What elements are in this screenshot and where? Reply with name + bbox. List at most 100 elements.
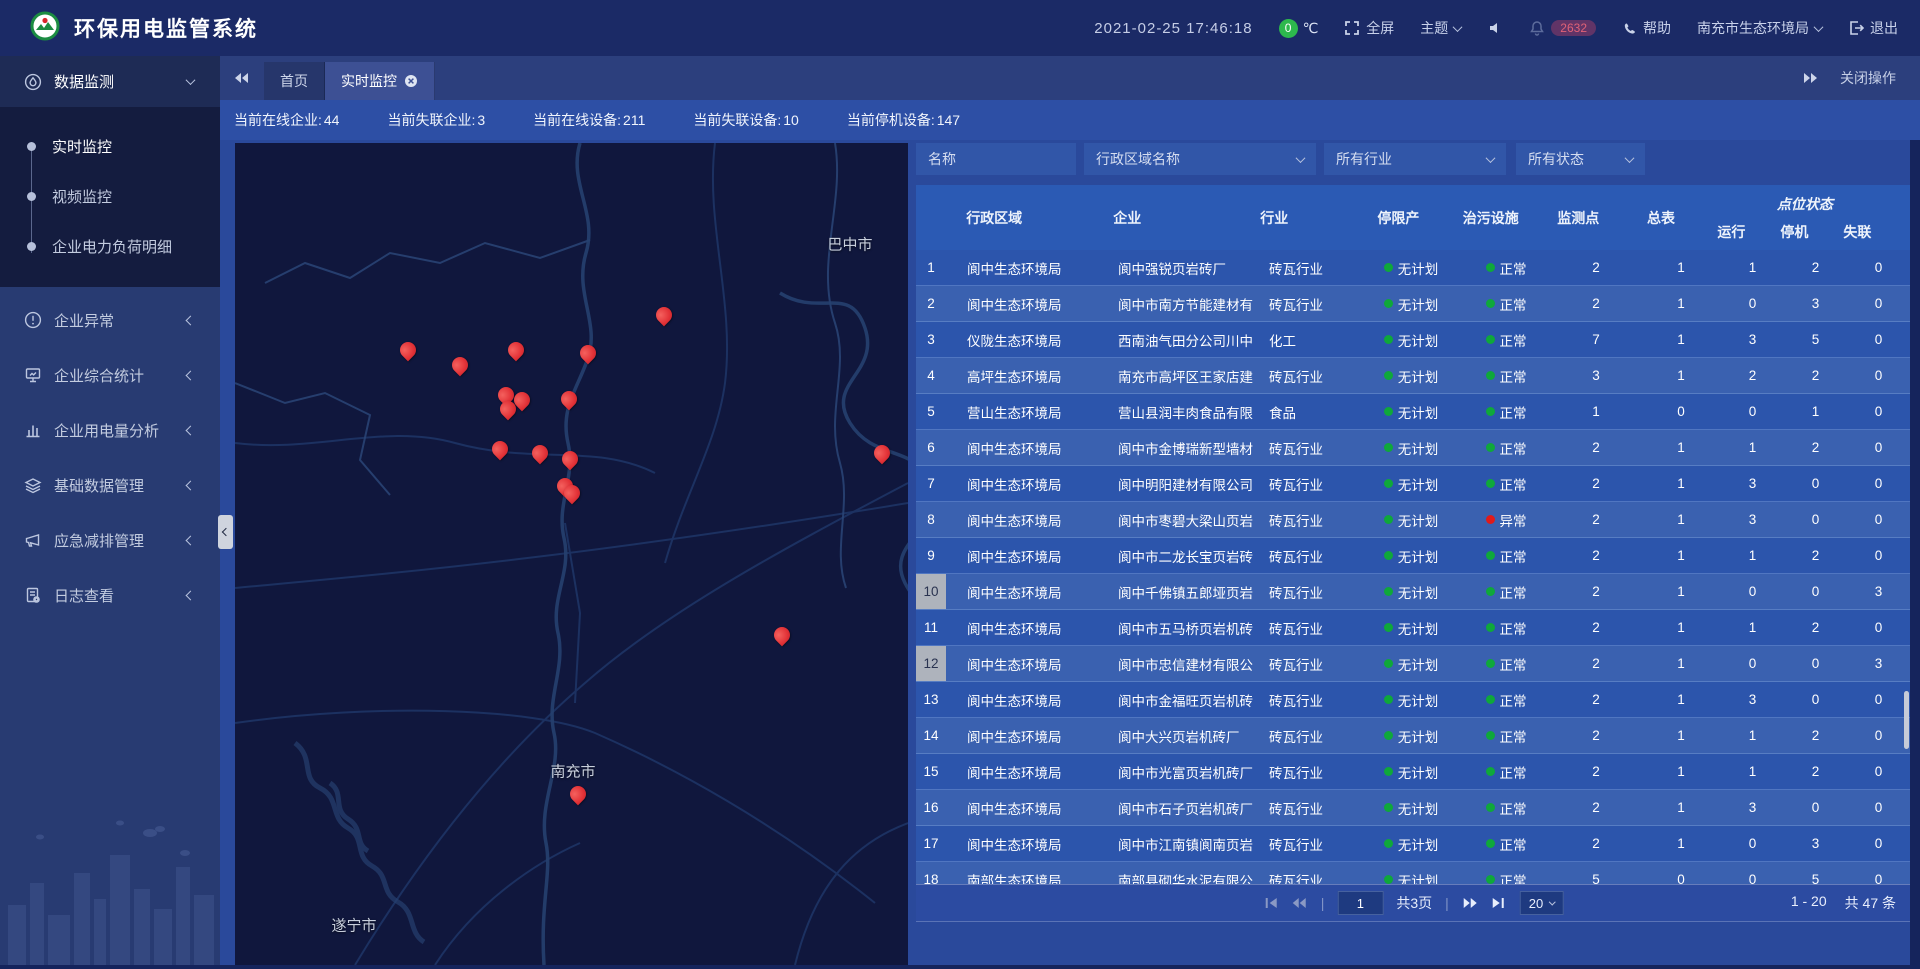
status-dot [1384,587,1393,596]
row-index: 15 [916,754,946,789]
cell-monitor-points: 2 [1551,538,1641,573]
tabs-scroll-left-button[interactable] [220,56,264,100]
name-filter-input[interactable] [916,143,1076,175]
page-number-input[interactable] [1337,891,1383,915]
sidebar-item-data-monitoring[interactable]: 数据监测 [0,56,220,107]
chevron-left-icon [221,528,229,536]
cell-pollution-facility: 正常 [1461,682,1551,717]
table-row[interactable]: 2 阆中生态环境局 阆中市南方节能建材有 砖瓦行业 无计划 正常 2 1 0 3… [916,286,1910,322]
help-button[interactable]: 帮助 [1622,18,1671,38]
table-row[interactable]: 15 阆中生态环境局 阆中市光富页岩机砖厂 砖瓦行业 无计划 正常 2 1 1 … [916,754,1910,790]
sidebar-item-base-data-management[interactable]: 基础数据管理 [0,463,220,507]
app-title: 环保用电监管系统 [74,13,258,43]
sidebar-collapse-handle[interactable] [218,515,233,549]
status-dot [1384,479,1393,488]
map-panel[interactable]: 巴中市南充市遂宁市 [235,143,908,965]
cell-region: 阆中生态环境局 [946,430,1111,465]
cell-production-limit: 无计划 [1361,682,1461,717]
cell-industry: 砖瓦行业 [1266,682,1361,717]
close-operations-button[interactable]: 关闭操作 [1840,68,1896,88]
cell-monitor-points: 3 [1551,358,1641,393]
sidebar-item-emergency-reduction[interactable]: 应急减排管理 [0,518,220,562]
status-filter-select[interactable]: 所有状态 [1516,143,1645,175]
chevron-down-icon [1548,898,1555,905]
cell-stopped: 5 [1784,862,1847,884]
cell-industry: 砖瓦行业 [1266,826,1361,861]
theme-menu[interactable]: 主题 [1420,18,1461,38]
col-offline: 失联 [1826,222,1889,242]
table-row[interactable]: 1 阆中生态环境局 阆中强锐页岩砖厂 砖瓦行业 无计划 正常 2 1 1 2 0 [916,250,1910,286]
sidebar-item-power-usage-analysis[interactable]: 企业用电量分析 [0,408,220,452]
table-row[interactable]: 12 阆中生态环境局 阆中市忠信建材有限公 砖瓦行业 无计划 正常 2 1 0 … [916,646,1910,682]
table-row[interactable]: 10 阆中生态环境局 阆中千佛镇五郎垭页岩 砖瓦行业 无计划 正常 2 1 0 … [916,574,1910,610]
cell-pollution-facility: 正常 [1461,718,1551,753]
cell-region: 阆中生态环境局 [946,682,1111,717]
tab-close-icon[interactable] [404,74,418,88]
temperature-badge: 0 [1279,19,1298,38]
industry-filter-select[interactable]: 所有行业 [1324,143,1506,175]
enterprise-panel: 行政区域名称 所有行业 所有状态 行政区域 企业 行业 停限产 治污设施 监测点… [916,143,1910,965]
tab-realtime-monitoring[interactable]: 实时监控 [325,62,435,100]
phone-icon [1622,21,1637,36]
table-row[interactable]: 18 南部生态环境局 南部县砌华水泥有限公 砖瓦行业 无计划 正常 5 0 0 … [916,862,1910,884]
table-row[interactable]: 9 阆中生态环境局 阆中市二龙长宝页岩砖 砖瓦行业 无计划 正常 2 1 1 2… [916,538,1910,574]
notifications-button[interactable]: 2632 [1529,20,1596,36]
table-row[interactable]: 16 阆中生态环境局 阆中市石子页岩机砖厂 砖瓦行业 无计划 正常 2 1 3 … [916,790,1910,826]
table-row[interactable]: 8 阆中生态环境局 阆中市枣碧大梁山页岩 砖瓦行业 无计划 异常 2 1 3 0… [916,502,1910,538]
col-pollution-facility: 治污设施 [1447,185,1535,250]
table-row[interactable]: 7 阆中生态环境局 阆中明阳建材有限公司 砖瓦行业 无计划 正常 2 1 3 0… [916,466,1910,502]
table-row[interactable]: 11 阆中生态环境局 阆中市五马桥页岩机砖 砖瓦行业 无计划 正常 2 1 1 … [916,610,1910,646]
row-index: 18 [916,862,946,884]
cell-running: 0 [1721,862,1784,884]
status-dot [1384,371,1393,380]
sidebar-item-log-view[interactable]: 日志查看 [0,573,220,617]
sidebar-item-power-load-detail[interactable]: 企业电力负荷明细 [0,221,220,271]
cell-running: 3 [1721,682,1784,717]
sound-toggle[interactable] [1487,20,1503,36]
filter-bar: 行政区域名称 所有行业 所有状态 [916,143,1910,175]
fullscreen-button[interactable]: 全屏 [1344,18,1394,38]
cell-industry: 砖瓦行业 [1266,430,1361,465]
last-page-button[interactable] [1491,897,1507,909]
table-scrollbar-thumb[interactable] [1904,691,1909,749]
cell-offline: 0 [1847,718,1910,753]
sidebar-item-enterprise-statistics[interactable]: 企业综合统计 [0,353,220,397]
table-row[interactable]: 5 营山生态环境局 营山县润丰肉食品有限 食品 无计划 正常 1 0 0 1 0 [916,394,1910,430]
cell-region: 阆中生态环境局 [946,538,1111,573]
row-index: 14 [916,718,946,753]
table-row[interactable]: 13 阆中生态环境局 阆中市金福旺页岩机砖 砖瓦行业 无计划 正常 2 1 3 … [916,682,1910,718]
next-page-button[interactable] [1462,897,1478,909]
cell-company: 阆中市金博瑞新型墙材 [1111,430,1266,465]
sidebar-item-video-monitoring[interactable]: 视频监控 [0,171,220,221]
logout-button[interactable]: 退出 [1848,18,1898,38]
table-body: 1 阆中生态环境局 阆中强锐页岩砖厂 砖瓦行业 无计划 正常 2 1 1 2 0… [916,250,1910,884]
prev-page-button[interactable] [1292,897,1308,909]
page-size-select[interactable]: 20 [1520,891,1563,915]
sidebar-item-enterprise-anomaly[interactable]: 企业异常 [0,298,220,342]
col-index [916,185,945,250]
table-row[interactable]: 17 阆中生态环境局 阆中市江南镇阆南页岩 砖瓦行业 无计划 正常 2 1 0 … [916,826,1910,862]
table-row[interactable]: 3 仪陇生态环境局 西南油气田分公司川中 化工 无计划 正常 7 1 3 5 0 [916,322,1910,358]
cell-production-limit: 无计划 [1361,322,1461,357]
cell-production-limit: 无计划 [1361,394,1461,429]
status-dot [1384,335,1393,344]
status-dot [1384,623,1393,632]
cell-region: 阆中生态环境局 [946,574,1111,609]
chevron-down-icon [1625,153,1635,163]
tab-home[interactable]: 首页 [264,62,325,100]
row-index: 3 [916,322,946,357]
cell-offline: 0 [1847,754,1910,789]
sidebar-item-realtime-monitoring[interactable]: 实时监控 [0,121,220,171]
double-chevron-right-icon[interactable] [1802,72,1818,84]
cell-stopped: 3 [1784,286,1847,321]
org-menu[interactable]: 南充市生态环境局 [1697,18,1822,38]
table-row[interactable]: 4 高坪生态环境局 南充市高坪区王家店建 砖瓦行业 无计划 正常 3 1 2 2… [916,358,1910,394]
table-row[interactable]: 6 阆中生态环境局 阆中市金博瑞新型墙材 砖瓦行业 无计划 正常 2 1 1 2… [916,430,1910,466]
row-index: 1 [916,250,946,285]
status-dot [1384,875,1393,884]
row-index: 6 [916,430,946,465]
region-filter-select[interactable]: 行政区域名称 [1084,143,1316,175]
table-row[interactable]: 14 阆中生态环境局 阆中大兴页岩机砖厂 砖瓦行业 无计划 正常 2 1 1 2… [916,718,1910,754]
cell-company: 阆中大兴页岩机砖厂 [1111,718,1266,753]
first-page-button[interactable] [1263,897,1279,909]
